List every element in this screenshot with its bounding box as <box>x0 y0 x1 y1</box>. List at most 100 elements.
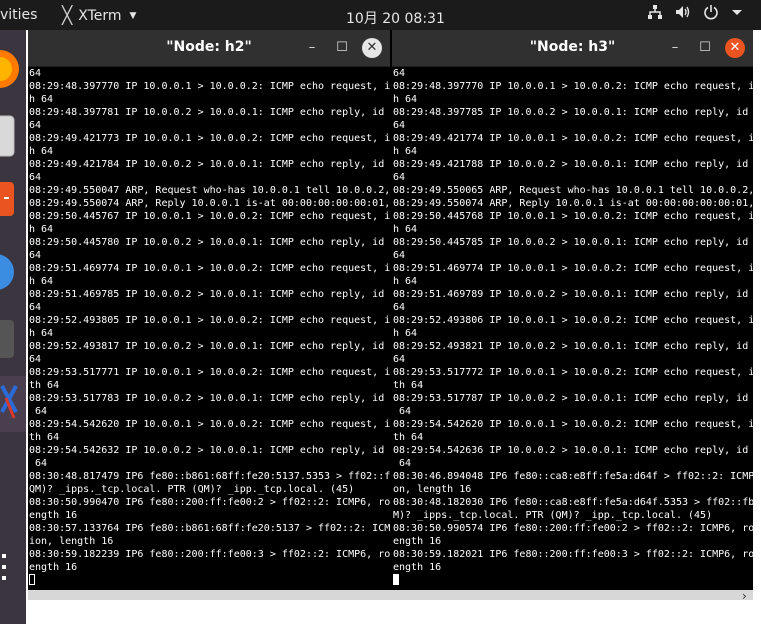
terminal-line: 08:30:46.894048 IP6 fe80::ca8:e8ff:fe5a:… <box>393 471 753 482</box>
terminal-line: 08:29:52.493805 IP 10.0.0.1 > 10.0.0.2: … <box>29 315 390 326</box>
terminal-line: 08:29:48.397770 IP 10.0.0.1 > 10.0.0.2: … <box>29 81 390 92</box>
terminal-line: 08:30:59.182239 IP6 fe80::200:ff:fe00:3 … <box>29 549 390 560</box>
system-tray[interactable] <box>647 4 743 20</box>
top-bar: vities ╳ XTerm ▼ 10月 20 08:31 <box>0 0 761 30</box>
terminal-line: 64 <box>393 406 412 417</box>
terminal-line: 08:29:54.542632 IP 10.0.0.2 > 10.0.0.1: … <box>29 445 385 456</box>
chevron-down-icon: ▼ <box>129 11 137 21</box>
terminal-line: 08:29:49.550065 ARP, Request who-has 10.… <box>393 185 753 196</box>
terminal-line: h 64 <box>393 146 418 157</box>
close-button[interactable]: ✕ <box>362 38 382 58</box>
terminal-line: ion, length 16 <box>29 536 114 547</box>
terminal-line: 64 <box>393 458 412 469</box>
help-icon[interactable] <box>0 248 16 296</box>
terminal-cursor <box>29 574 390 588</box>
minimize-button[interactable]: – <box>302 38 322 58</box>
terminal-line: 08:29:49.550074 ARP, Reply 10.0.0.1 is-a… <box>393 198 753 209</box>
terminal-line: 08:29:53.517787 IP 10.0.0.2 > 10.0.0.1: … <box>393 393 749 404</box>
terminal-line: th 64 <box>29 432 60 443</box>
terminal-line: 64 <box>29 68 42 79</box>
terminal-line: 08:29:51.469789 IP 10.0.0.2 > 10.0.0.1: … <box>393 289 749 300</box>
clock[interactable]: 10月 20 08:31 <box>346 8 445 28</box>
terminal-line: 08:30:57.133764 IP6 fe80::b861:68ff:fe20… <box>29 523 390 534</box>
terminal-line: 08:29:49.421774 IP 10.0.0.1 > 10.0.0.2: … <box>393 133 753 144</box>
terminal-line: 08:29:54.542620 IP 10.0.0.1 > 10.0.0.2: … <box>393 419 753 430</box>
terminal-line: 08:29:51.469785 IP 10.0.0.2 > 10.0.0.1: … <box>29 289 385 300</box>
terminal-line: ength 16 <box>393 536 442 547</box>
terminal-line: 08:30:48.182030 IP6 fe80::ca8:e8ff:fe5a:… <box>393 497 753 508</box>
xterm-icon[interactable] <box>0 376 26 432</box>
xterm-window-h3: "Node: h3" – ☐ ✕ 64 08:29:48.397770 IP 10… <box>392 30 753 590</box>
terminal-line: QM)? _ipps._tcp.local. PTR (QM)? _ipp._t… <box>29 484 355 495</box>
files-icon[interactable] <box>0 108 16 162</box>
terminal-cursor <box>393 574 753 588</box>
scroll-right-arrow-icon[interactable]: › <box>742 589 747 603</box>
terminal-line: 08:29:53.517783 IP 10.0.0.2 > 10.0.0.1: … <box>29 393 385 404</box>
terminal-line: 64 <box>393 68 406 79</box>
minimize-button[interactable]: – <box>665 38 685 58</box>
terminal-line: 64 <box>393 250 406 261</box>
xterm-window-h2: "Node: h2" – ☐ ✕ 64 08:29:48.397770 IP 10… <box>28 30 390 590</box>
terminal-line: h 64 <box>29 94 54 105</box>
terminal-line: th 64 <box>29 380 60 391</box>
terminal-line: 64 <box>29 120 42 131</box>
terminal-line: M)? _ipps._tcp.local. PTR (QM)? _ipp._tc… <box>393 510 713 521</box>
terminal-line: 08:30:59.182021 IP6 fe80::200:ff:fe00:3 … <box>393 549 753 560</box>
terminal-line: 08:29:50.445780 IP 10.0.0.2 > 10.0.0.1: … <box>29 237 385 248</box>
terminal-line: 08:29:53.517771 IP 10.0.0.1 > 10.0.0.2: … <box>29 367 390 378</box>
terminal-line: 08:29:52.493817 IP 10.0.0.2 > 10.0.0.1: … <box>29 341 385 352</box>
power-icon <box>704 5 718 20</box>
terminal-line: 08:29:54.542620 IP 10.0.0.1 > 10.0.0.2: … <box>29 419 390 430</box>
terminal-line: 08:29:50.445767 IP 10.0.0.1 > 10.0.0.2: … <box>29 211 390 222</box>
terminal-line: th 64 <box>393 432 424 443</box>
terminal-output[interactable]: 64 08:29:48.397770 IP 10.0.0.1 > 10.0.0.2… <box>392 67 753 590</box>
terminal-line: 08:29:49.421788 IP 10.0.0.2 > 10.0.0.1: … <box>393 159 749 170</box>
terminal-line: 08:29:51.469774 IP 10.0.0.1 > 10.0.0.2: … <box>393 263 753 274</box>
terminal-line: 08:29:48.397785 IP 10.0.0.2 > 10.0.0.1: … <box>393 107 749 118</box>
terminal-line: on, length 16 <box>393 484 472 495</box>
window-titlebar[interactable]: "Node: h3" – ☐ ✕ <box>392 30 753 67</box>
firefox-icon[interactable] <box>0 40 20 98</box>
terminal-area: "Node: h2" – ☐ ✕ 64 08:29:48.397770 IP 10… <box>28 30 753 590</box>
terminal-line: th 64 <box>393 380 424 391</box>
horizontal-scrollbar[interactable] <box>28 590 753 600</box>
show-apps-icon[interactable] <box>0 552 10 586</box>
maximize-button[interactable]: ☐ <box>695 38 715 58</box>
terminal-line: 08:29:49.421784 IP 10.0.0.2 > 10.0.0.1: … <box>29 159 385 170</box>
close-button[interactable]: ✕ <box>725 38 745 58</box>
terminal-line: 64 <box>29 302 42 313</box>
terminal-line: 08:29:50.445768 IP 10.0.0.1 > 10.0.0.2: … <box>393 211 753 222</box>
terminal-line: 08:29:51.469774 IP 10.0.0.1 > 10.0.0.2: … <box>29 263 390 274</box>
terminal-line: h 64 <box>393 276 418 287</box>
terminal-line: 64 <box>29 250 42 261</box>
terminal-line: h 64 <box>393 224 418 235</box>
terminal-line: 64 <box>29 172 42 183</box>
terminal-line: 08:29:48.397770 IP 10.0.0.1 > 10.0.0.2: … <box>393 81 753 92</box>
terminal-line: 08:30:48.817479 IP6 fe80::b861:68ff:fe20… <box>29 471 390 482</box>
terminal-line: 08:29:52.493806 IP 10.0.0.1 > 10.0.0.2: … <box>393 315 753 326</box>
software-icon[interactable] <box>0 178 16 218</box>
terminal-line: 64 <box>393 120 406 131</box>
terminal-line: h 64 <box>29 328 54 339</box>
terminal-icon[interactable] <box>0 316 16 362</box>
terminal-output[interactable]: 64 08:29:48.397770 IP 10.0.0.1 > 10.0.0.2… <box>28 67 390 590</box>
terminal-line: 08:29:48.397781 IP 10.0.0.2 > 10.0.0.1: … <box>29 107 385 118</box>
dock <box>0 30 26 624</box>
app-name: XTerm <box>78 8 122 24</box>
terminal-line: ength 16 <box>29 510 78 521</box>
terminal-line: h 64 <box>29 146 54 157</box>
terminal-line: 08:29:49.550074 ARP, Reply 10.0.0.1 is-a… <box>29 198 390 209</box>
window-titlebar[interactable]: "Node: h2" – ☐ ✕ <box>28 30 390 67</box>
terminal-line: 64 <box>29 406 48 417</box>
terminal-line: 08:29:52.493821 IP 10.0.0.2 > 10.0.0.1: … <box>393 341 749 352</box>
activities-button[interactable]: vities <box>0 7 37 23</box>
app-menu[interactable]: ╳ XTerm ▼ <box>62 6 136 26</box>
terminal-line: ength 16 <box>29 562 78 573</box>
terminal-line: 08:29:49.550047 ARP, Request who-has 10.… <box>29 185 390 196</box>
maximize-button[interactable]: ☐ <box>332 38 352 58</box>
desktop-edge <box>753 30 761 590</box>
terminal-line: 64 <box>29 458 48 469</box>
terminal-line: 08:30:50.990470 IP6 fe80::200:ff:fe00:2 … <box>29 497 390 508</box>
terminal-line: h 64 <box>29 276 54 287</box>
terminal-line: 64 <box>393 302 406 313</box>
